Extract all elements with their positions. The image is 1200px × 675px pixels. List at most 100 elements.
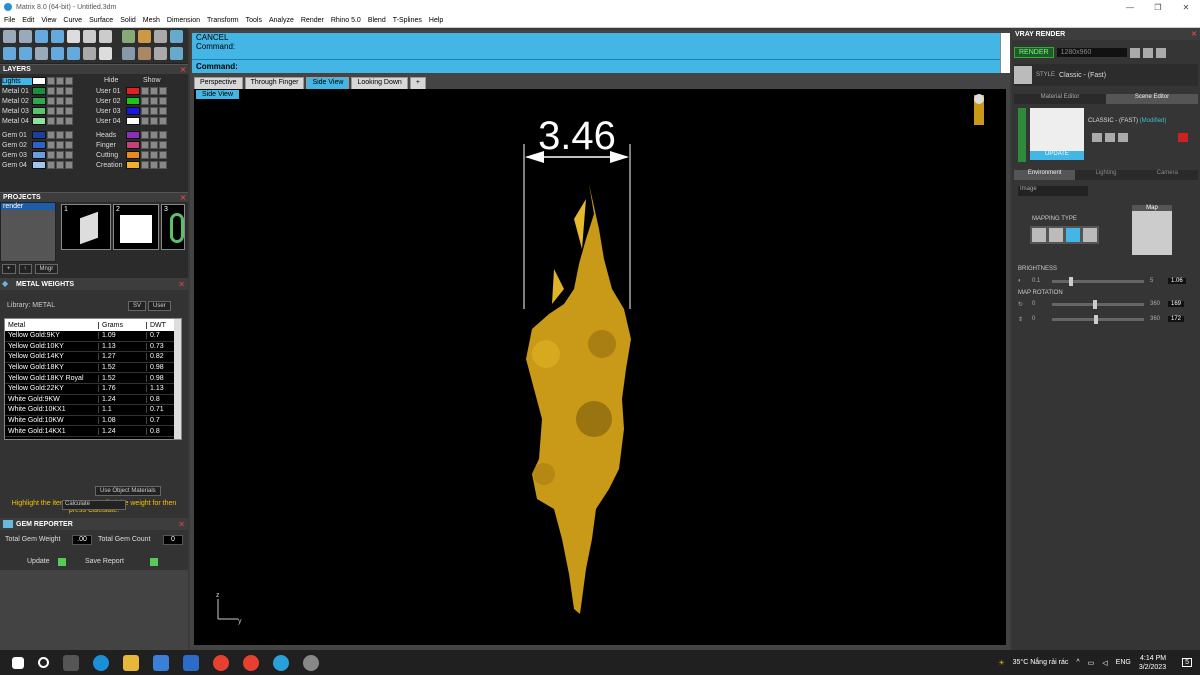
layer-color-swatch[interactable] (32, 87, 46, 95)
layer-lock-icon[interactable] (56, 107, 64, 115)
shape-tool-icon[interactable] (83, 30, 96, 43)
layer-print-icon[interactable] (159, 161, 167, 169)
mapping-box-icon[interactable] (1049, 228, 1063, 242)
layer-visible-icon[interactable] (141, 117, 149, 125)
project-thumb-2[interactable]: 2 (113, 204, 159, 250)
layer-color-swatch[interactable] (32, 107, 46, 115)
layer-lock-icon[interactable] (150, 107, 158, 115)
layer-visible-icon[interactable] (47, 131, 55, 139)
table-scrollbar[interactable] (174, 319, 181, 439)
layer-row[interactable]: Cutting (96, 150, 168, 160)
menu-solid[interactable]: Solid (120, 17, 136, 24)
edge-icon[interactable] (93, 654, 109, 671)
mail-icon[interactable] (183, 654, 199, 671)
project-thumb-3[interactable]: 3 (161, 204, 185, 250)
preset-thumbnail[interactable]: UPDATE (1030, 108, 1084, 160)
brightness-slider[interactable] (1052, 276, 1144, 286)
layer-color-swatch[interactable] (32, 161, 46, 169)
layer-row[interactable]: Gem 03 (2, 150, 74, 160)
rotation-v-value[interactable]: 172 (1168, 316, 1185, 322)
layer-row[interactable]: Creation (96, 160, 168, 170)
tab-through-finger[interactable]: Through Finger (244, 77, 305, 89)
maximize-button[interactable]: ❐ (1144, 3, 1172, 12)
layer-row[interactable]: Metal 04 (2, 116, 74, 126)
layer-print-icon[interactable] (65, 161, 73, 169)
layer-color-swatch[interactable] (126, 161, 140, 169)
close-icon[interactable]: ✕ (178, 280, 188, 289)
layer-visible-icon[interactable] (141, 141, 149, 149)
rotation-h-slider[interactable] (1052, 299, 1144, 309)
cross-tool-icon[interactable] (99, 30, 112, 43)
layer-visible-icon[interactable] (47, 97, 55, 105)
tab-perspective[interactable]: Perspective (194, 77, 243, 89)
upload-project-button[interactable]: ↑ (18, 264, 32, 274)
store-icon[interactable] (153, 654, 169, 671)
layer-lock-icon[interactable] (150, 151, 158, 159)
update-preset-button[interactable]: UPDATE (1030, 151, 1084, 160)
close-icon[interactable]: ✕ (1191, 30, 1200, 38)
matrix-icon[interactable] (273, 654, 289, 671)
mapping-plane-icon[interactable] (1032, 228, 1046, 242)
layer-color-swatch[interactable] (32, 77, 46, 85)
close-button[interactable]: ✕ (1172, 3, 1200, 12)
layer-row[interactable]: Gem 01 (2, 130, 74, 140)
layer-row[interactable]: Metal 02 (2, 96, 74, 106)
layer-print-icon[interactable] (65, 151, 73, 159)
layer-color-swatch[interactable] (126, 97, 140, 105)
slider-thumb[interactable] (1069, 276, 1074, 286)
rotation-v-slider[interactable] (1052, 314, 1144, 324)
layer-lock-icon[interactable] (56, 97, 64, 105)
use-object-materials-button[interactable]: Use Object Materials (95, 486, 161, 496)
table-row[interactable]: Yellow Gold:10KY 1.13 0.73 (5, 342, 181, 353)
tray-up-icon[interactable]: ^ (1076, 659, 1079, 666)
layer-row[interactable]: Metal 01 (2, 86, 74, 96)
mngr-button[interactable]: Mngr (34, 264, 59, 274)
user-button[interactable]: User (148, 301, 171, 311)
layer-tool-icon[interactable] (3, 47, 16, 60)
language-indicator[interactable]: ENG (1116, 659, 1131, 666)
box-tool-icon[interactable] (51, 30, 64, 43)
view-icon[interactable] (1155, 47, 1166, 58)
select-tool-icon[interactable] (3, 30, 16, 43)
layer-lock-icon[interactable] (150, 161, 158, 169)
layer-row[interactable]: Lights (2, 76, 74, 86)
settings-tool-icon[interactable] (170, 47, 183, 60)
layer-print-icon[interactable] (159, 141, 167, 149)
column-dwt[interactable]: DWT (146, 321, 176, 329)
add-project-button[interactable]: + (2, 264, 16, 274)
layer-visible-icon[interactable] (141, 97, 149, 105)
layer-lock-icon[interactable] (56, 117, 64, 125)
layer-lock-icon[interactable] (150, 131, 158, 139)
rotation-h-value[interactable]: 169 (1168, 301, 1185, 307)
save-report-button[interactable]: Save Report (85, 558, 124, 565)
frame-tool-icon[interactable] (154, 30, 167, 43)
project-item[interactable]: render (1, 203, 55, 210)
mesh-tool-icon[interactable] (122, 47, 135, 60)
minimize-button[interactable]: — (1116, 3, 1144, 12)
layer-row[interactable]: Finger (96, 140, 168, 150)
network-icon[interactable]: ▭ (1088, 659, 1095, 667)
layer-visible-icon[interactable] (47, 151, 55, 159)
table-row[interactable]: White Gold:10KW 1.08 0.7 (5, 416, 181, 427)
project-thumb-1[interactable]: 1 (61, 204, 111, 250)
add-tab-button[interactable]: + (409, 77, 426, 89)
layer-color-swatch[interactable] (32, 131, 46, 139)
layer-print-icon[interactable] (65, 141, 73, 149)
layer-color-swatch[interactable] (126, 131, 140, 139)
task-view-icon[interactable] (63, 654, 79, 671)
style-select[interactable]: Classic - (Fast) (1059, 72, 1106, 79)
layer-row[interactable]: User 04 (96, 116, 168, 126)
brightness-value[interactable]: 1.06 (1168, 278, 1186, 284)
layer-print-icon[interactable] (65, 97, 73, 105)
brush-tool-icon[interactable] (99, 47, 112, 60)
layer-visible-icon[interactable] (141, 161, 149, 169)
table-tool-icon[interactable] (51, 47, 64, 60)
layer-row[interactable]: Metal 03 (2, 106, 74, 116)
layer-print-icon[interactable] (159, 151, 167, 159)
menu-edit[interactable]: Edit (22, 17, 34, 24)
layer-print-icon[interactable] (159, 107, 167, 115)
layer-visible-icon[interactable] (47, 161, 55, 169)
layer-print-icon[interactable] (65, 87, 73, 95)
rhino-icon[interactable] (303, 654, 319, 671)
layer-lock-icon[interactable] (56, 141, 64, 149)
